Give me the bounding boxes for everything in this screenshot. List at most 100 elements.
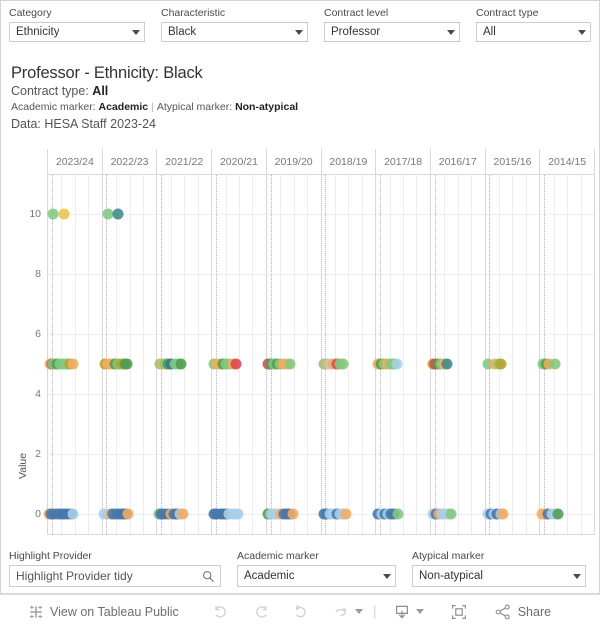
- search-icon[interactable]: [202, 570, 215, 583]
- y-axis-ticks: 0 2 4 6 8 10: [25, 175, 45, 535]
- year-header-2022-23[interactable]: 2022/23: [101, 149, 157, 175]
- revert-button[interactable]: [292, 603, 310, 621]
- chevron-down-icon[interactable]: [573, 573, 581, 579]
- marker-line: Academic marker: Academic | Atypical marke…: [11, 100, 571, 115]
- reference-line: [270, 175, 272, 534]
- atypical-marker-dropdown-value: Non-atypical: [419, 570, 483, 582]
- panel-2014-15: [536, 175, 596, 535]
- y-tick-label: 6: [35, 328, 41, 340]
- chevron-down-icon[interactable]: [578, 29, 586, 35]
- bottom-filter-bar: Highlight Provider Highlight Provider ti…: [1, 544, 599, 592]
- data-point[interactable]: [287, 508, 299, 520]
- data-point[interactable]: [495, 358, 507, 370]
- data-point[interactable]: [391, 358, 403, 370]
- data-point[interactable]: [47, 208, 59, 220]
- refresh-icon[interactable]: [332, 603, 350, 621]
- filter-contract-level: Contract level Professor: [316, 1, 468, 47]
- redo-icon[interactable]: [252, 603, 270, 621]
- fullscreen-icon[interactable]: [450, 603, 468, 621]
- data-point[interactable]: [392, 508, 404, 520]
- chevron-down-icon[interactable]: [295, 29, 303, 35]
- year-header-2016-17[interactable]: 2016/17: [429, 149, 485, 175]
- contract-type-value: All: [92, 84, 109, 98]
- fullscreen-button[interactable]: [450, 603, 468, 621]
- share-icon[interactable]: [494, 603, 512, 621]
- v-gridline: [74, 175, 76, 534]
- v-gridline: [252, 175, 254, 534]
- year-header-2015-16[interactable]: 2015/16: [484, 149, 540, 175]
- year-header-2019-20[interactable]: 2019/20: [265, 149, 321, 175]
- v-gridline: [525, 175, 527, 534]
- view-on-tableau-public-button[interactable]: View on Tableau Public: [28, 604, 179, 620]
- tableau-viz-frame: Category Ethnicity Characteristic Black Cont…: [0, 0, 600, 594]
- filter-category-label: Category: [9, 7, 52, 19]
- v-gridline: [457, 175, 459, 534]
- data-point[interactable]: [232, 508, 244, 520]
- revert-icon[interactable]: [292, 603, 310, 621]
- chevron-down-icon[interactable]: [383, 573, 391, 579]
- v-gridline: [348, 175, 350, 534]
- v-gridline: [307, 175, 309, 534]
- filter-characteristic-value: Black: [168, 26, 197, 38]
- v-gridline: [499, 175, 501, 534]
- academic-marker-dropdown[interactable]: Academic: [237, 565, 396, 587]
- refresh-button[interactable]: [332, 603, 363, 621]
- filter-contract-level-label: Contract level: [324, 7, 389, 19]
- reference-line: [215, 175, 217, 534]
- v-gridline: [567, 175, 569, 534]
- panel-2019-20: [262, 175, 321, 535]
- data-point[interactable]: [549, 358, 561, 370]
- data-point[interactable]: [445, 508, 457, 520]
- filter-category-value: Ethnicity: [16, 26, 60, 38]
- academic-marker-filter-label: Academic marker: [237, 550, 319, 562]
- year-header-row: 2023/24 2022/23 2021/22 2020/21 2019/20 2018/…: [47, 149, 596, 175]
- data-point[interactable]: [340, 508, 352, 520]
- v-gridline: [580, 175, 582, 534]
- undo-button[interactable]: [212, 603, 230, 621]
- data-point[interactable]: [112, 208, 124, 220]
- data-point[interactable]: [121, 358, 133, 370]
- filter-category-dropdown[interactable]: Ethnicity: [9, 22, 145, 42]
- data-point[interactable]: [67, 358, 79, 370]
- data-point[interactable]: [552, 508, 563, 520]
- download-icon[interactable]: [393, 603, 411, 621]
- year-header-2017-18[interactable]: 2017/18: [375, 149, 430, 175]
- data-point[interactable]: [177, 508, 189, 520]
- chevron-down-icon[interactable]: [132, 29, 140, 35]
- v-gridline: [129, 175, 131, 534]
- year-header-2021-22[interactable]: 2021/22: [156, 149, 212, 175]
- data-point[interactable]: [67, 508, 79, 520]
- filter-characteristic-dropdown[interactable]: Black: [161, 22, 308, 42]
- chevron-down-icon[interactable]: [447, 29, 455, 35]
- undo-icon[interactable]: [212, 603, 230, 621]
- redo-button[interactable]: [252, 603, 270, 621]
- year-header-2023-24[interactable]: 2023/24: [47, 149, 102, 175]
- year-header-2018-19[interactable]: 2018/19: [320, 149, 376, 175]
- share-button[interactable]: Share: [494, 603, 551, 621]
- year-header-2020-21[interactable]: 2020/21: [211, 149, 266, 175]
- data-point[interactable]: [337, 358, 349, 370]
- v-gridline: [471, 175, 473, 534]
- data-point[interactable]: [230, 358, 242, 370]
- data-point[interactable]: [122, 508, 134, 520]
- reference-line: [161, 175, 163, 534]
- data-point[interactable]: [58, 208, 70, 220]
- v-gridline: [88, 175, 90, 534]
- v-gridline: [293, 175, 295, 534]
- filter-contract-type-dropdown[interactable]: All: [476, 22, 591, 42]
- download-button[interactable]: [393, 603, 424, 621]
- v-gridline: [416, 175, 418, 534]
- filter-contract-level-dropdown[interactable]: Professor: [324, 22, 460, 42]
- highlight-provider-input[interactable]: Highlight Provider tidy: [9, 565, 221, 587]
- atypical-marker-dropdown[interactable]: Non-atypical: [412, 565, 586, 587]
- data-point[interactable]: [175, 358, 187, 370]
- v-gridline: [334, 175, 336, 534]
- chevron-down-icon[interactable]: [354, 609, 363, 614]
- chevron-down-icon[interactable]: [415, 609, 424, 614]
- reference-line: [325, 175, 327, 534]
- data-point[interactable]: [284, 358, 296, 370]
- year-header-2014-15[interactable]: 2014/15: [539, 149, 596, 175]
- share-label: Share: [517, 604, 552, 619]
- data-point[interactable]: [441, 358, 453, 370]
- data-point[interactable]: [497, 508, 509, 520]
